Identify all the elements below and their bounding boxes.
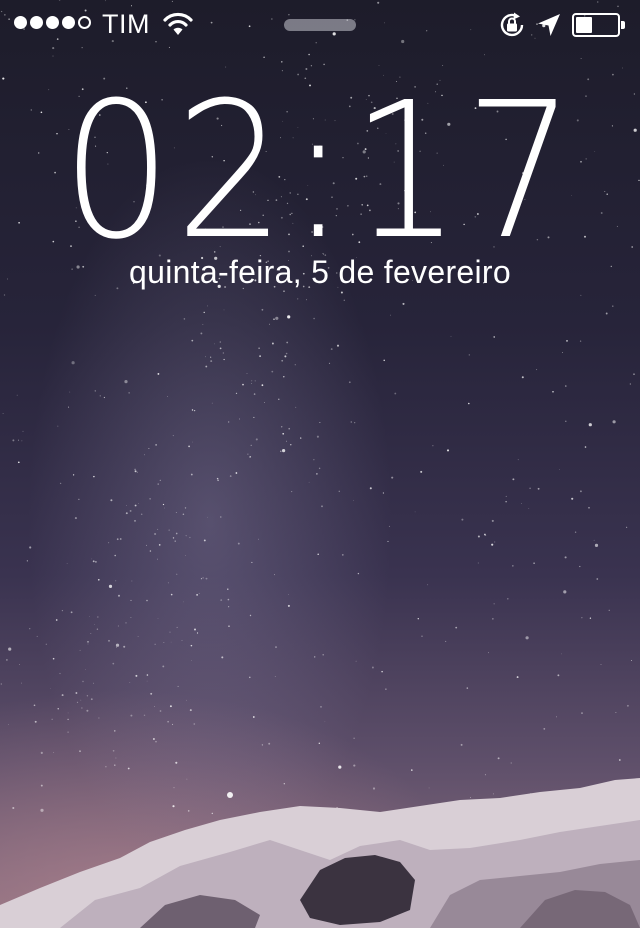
lock-screen: TIM 02:17 quinta-feira, 5 de fevereiro [0, 0, 640, 928]
signal-dot [46, 16, 59, 29]
status-bar: TIM [0, 0, 640, 48]
carrier-name: TIM [102, 9, 150, 39]
signal-dot [62, 16, 75, 29]
rotation-lock-icon [500, 12, 524, 37]
signal-dot [14, 16, 27, 29]
lock-screen-clock: 02:17 [61, 62, 579, 281]
battery-terminal [621, 21, 625, 29]
lock-screen-date: quinta-feira, 5 de fevereiro [129, 254, 511, 290]
signal-dot [78, 16, 91, 29]
signal-strength-indicator [14, 16, 91, 29]
notification-center-grabber[interactable] [284, 19, 356, 31]
battery-level-fill [576, 17, 592, 33]
location-arrow-icon [538, 14, 560, 36]
wifi-icon [163, 12, 193, 35]
signal-dot [30, 16, 43, 29]
battery-icon [572, 13, 626, 37]
